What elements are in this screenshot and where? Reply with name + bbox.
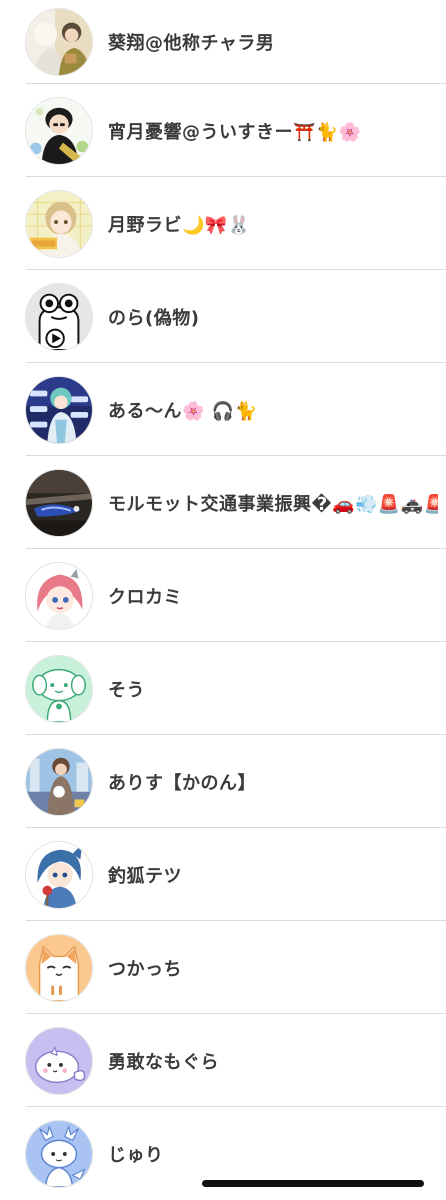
- home-indicator[interactable]: [202, 1180, 424, 1187]
- user-row[interactable]: そう: [0, 642, 446, 735]
- user-name: 釣狐テツ: [108, 865, 182, 887]
- illustration-avatar-icon[interactable]: [25, 561, 93, 630]
- illustration-avatar-icon[interactable]: [25, 189, 93, 258]
- photo-avatar-icon[interactable]: [25, 8, 93, 76]
- user-name: つかっち: [108, 958, 182, 980]
- user-row[interactable]: ありす【かのん】: [0, 735, 446, 828]
- cat-avatar-icon[interactable]: [25, 933, 93, 1002]
- user-row[interactable]: のら(偽物): [0, 270, 446, 363]
- user-name: ありす【かのん】: [108, 772, 256, 794]
- user-name: そう: [108, 679, 145, 701]
- user-row[interactable]: ある〜ん🌸 🎧🐈: [0, 363, 446, 456]
- frog-avatar-icon[interactable]: [25, 282, 93, 351]
- user-name: 葵翔@他称チャラ男: [108, 33, 275, 54]
- user-row[interactable]: 葵翔@他称チャラ男: [0, 0, 446, 84]
- illustration-avatar-icon[interactable]: [25, 375, 93, 444]
- user-name: のら(偽物): [108, 307, 200, 329]
- user-row[interactable]: モルモット交通事業振興�🚗💨🚨🚓🚨: [0, 456, 446, 549]
- seal-avatar-icon[interactable]: [25, 1026, 93, 1095]
- user-name: 月野ラビ🌙🎀🐰: [108, 214, 251, 236]
- user-row[interactable]: 勇敢なもぐら: [0, 1014, 446, 1107]
- user-name: 勇敢なもぐら: [108, 1051, 219, 1073]
- user-row[interactable]: つかっち: [0, 921, 446, 1014]
- user-row[interactable]: クロカミ: [0, 549, 446, 642]
- illustration-avatar-icon[interactable]: [25, 840, 93, 909]
- photo-avatar-icon[interactable]: [25, 468, 93, 537]
- illustration-avatar-icon[interactable]: [25, 747, 93, 816]
- user-row[interactable]: 釣狐テツ: [0, 828, 446, 921]
- user-row[interactable]: 月野ラビ🌙🎀🐰: [0, 177, 446, 270]
- user-name: ある〜ん🌸 🎧🐈: [108, 400, 258, 422]
- illustration-avatar-icon[interactable]: [25, 654, 93, 723]
- dragon-avatar-icon[interactable]: [25, 1119, 93, 1188]
- user-name: モルモット交通事業振興�🚗💨🚨🚓🚨: [108, 493, 438, 515]
- user-name: 宵月憂響@ういすきー⛩️🐈🌸: [108, 121, 362, 143]
- illustration-avatar-icon[interactable]: [25, 96, 93, 165]
- user-name: じゅり: [108, 1144, 164, 1166]
- user-name: クロカミ: [108, 586, 182, 608]
- user-row[interactable]: 宵月憂響@ういすきー⛩️🐈🌸: [0, 84, 446, 177]
- user-list: 葵翔@他称チャラ男 宵月憂響@ういすきー⛩️🐈🌸 月野ラビ🌙🎀🐰 のら(偽物) …: [0, 0, 446, 1200]
